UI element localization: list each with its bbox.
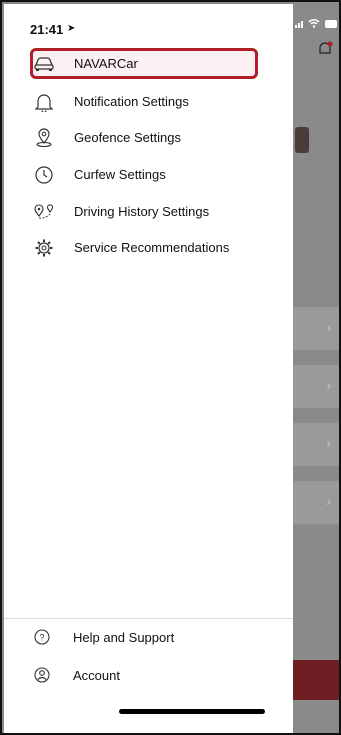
menu-item-curfew-settings[interactable]: Curfew Settings xyxy=(33,160,258,189)
status-time: 21:41 xyxy=(30,22,64,37)
menu-item-geofence-settings[interactable]: Geofence Settings xyxy=(33,123,258,152)
user-icon xyxy=(33,666,51,684)
menu-item-label: NAVARCar xyxy=(74,56,138,71)
menu-item-label: Driving History Settings xyxy=(74,204,210,219)
notification-bell-icon[interactable] xyxy=(316,40,334,58)
help-and-support-label: Help and Support xyxy=(73,629,175,645)
clock-icon xyxy=(33,164,55,186)
status-bar: 21:41 ➤ xyxy=(4,4,293,44)
gear-icon xyxy=(33,237,55,259)
account-item[interactable]: Account xyxy=(33,662,233,688)
menu-item-label: Geofence Settings xyxy=(74,130,181,145)
background-row[interactable]: › xyxy=(293,365,339,408)
bell-icon xyxy=(33,91,55,113)
menu-item-label: Curfew Settings xyxy=(74,167,166,182)
background-row[interactable]: › xyxy=(293,307,339,350)
account-label: Account xyxy=(73,667,120,683)
menu-item-navarcar[interactable]: NAVARCar xyxy=(33,49,258,78)
vehicle-image xyxy=(295,127,309,153)
status-bar-right xyxy=(293,14,339,34)
menu-item-label: Notification Settings xyxy=(74,94,189,109)
background-row[interactable]: › xyxy=(293,423,339,466)
location-arrow-icon: ➤ xyxy=(67,23,76,34)
svg-text:?: ? xyxy=(39,633,44,643)
phone-frame: › › › › 21:41 ➤ NAVARCar Notification Se… xyxy=(0,0,341,735)
route-icon xyxy=(33,201,55,223)
menu-item-driving-history-settings[interactable]: Driving History Settings xyxy=(33,197,258,226)
divider xyxy=(4,618,293,619)
car-icon xyxy=(33,53,55,75)
menu-item-label: Service Recommendations xyxy=(74,240,230,255)
question-icon: ? xyxy=(33,628,51,646)
home-indicator[interactable] xyxy=(119,709,265,714)
background-row[interactable]: › xyxy=(293,481,339,524)
help-and-support-item[interactable]: ? Help and Support xyxy=(33,624,233,650)
signal-wifi-battery-icon xyxy=(295,19,337,28)
background-action-bar[interactable] xyxy=(293,660,339,700)
side-drawer: 21:41 ➤ NAVARCar Notification Settings G… xyxy=(4,4,293,733)
location-pin-icon xyxy=(33,127,55,149)
menu-item-service-recommendations[interactable]: Service Recommendations xyxy=(33,233,258,262)
menu-item-notification-settings[interactable]: Notification Settings xyxy=(33,87,258,116)
